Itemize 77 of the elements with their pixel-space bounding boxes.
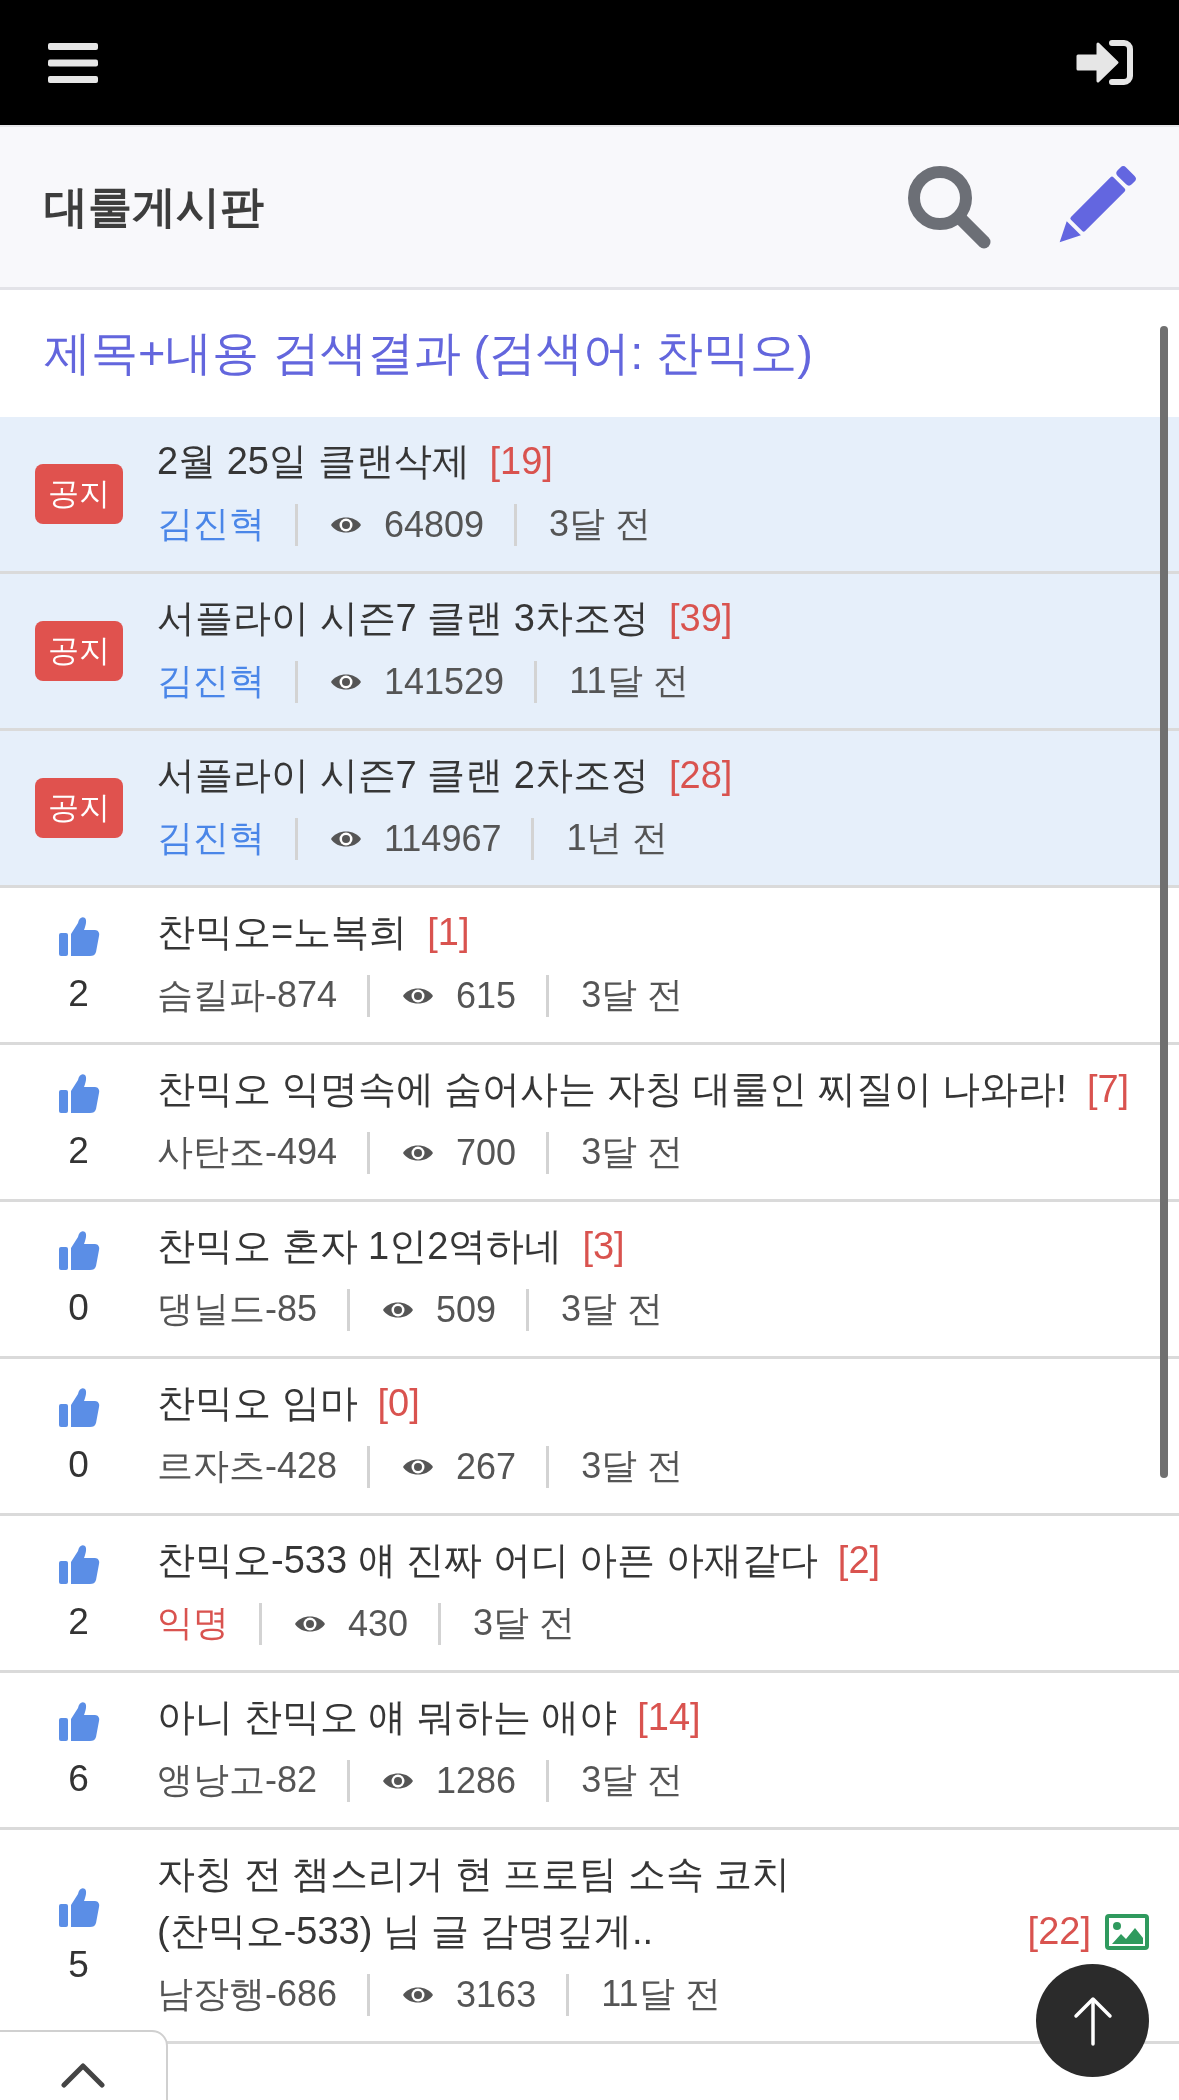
- post-time: 11달 전: [601, 1972, 721, 2016]
- view-count: 3163: [456, 1973, 537, 2016]
- like-count: 2: [68, 1601, 89, 1643]
- author-name: 김진혁: [157, 502, 265, 546]
- post-time: 3달 전: [581, 1130, 684, 1174]
- thumbs-up-icon[interactable]: [57, 1885, 100, 1928]
- sign-in-icon[interactable]: [1076, 40, 1134, 85]
- post-title[interactable]: 찬믹오 익명속에 숨어사는 자칭 대룰인 찌질이 나와라!: [157, 1061, 1067, 1118]
- post-title[interactable]: 아니 찬믹오 얘 뭐하는 애야: [157, 1689, 618, 1746]
- thumbs-up-icon[interactable]: [57, 1229, 100, 1271]
- view-count: 267: [456, 1445, 517, 1488]
- search-icon[interactable]: [906, 164, 992, 250]
- comment-count: [22]: [1027, 1909, 1091, 1954]
- view-count: 141529: [384, 660, 505, 703]
- author-name: 슴킬파-874: [157, 973, 338, 1017]
- author-name: 남장행-686: [157, 1972, 338, 2016]
- like-count: 0: [68, 1287, 89, 1329]
- thumbs-up-icon[interactable]: [57, 915, 100, 957]
- post-row[interactable]: 공지 2월 25일 클랜삭제 [19] 김진혁 64809 3달 전: [0, 417, 1179, 574]
- view-count: 64809: [384, 503, 485, 546]
- thumbs-up-icon[interactable]: [57, 1386, 100, 1428]
- post-title[interactable]: 서플라이 시즌7 클랜 3차조정: [157, 590, 649, 647]
- post-row[interactable]: 공지 서플라이 시즌7 클랜 3차조정 [39] 김진혁 141529 11달 전: [0, 574, 1179, 731]
- post-time: 3달 전: [549, 502, 652, 546]
- comment-count: [3]: [582, 1224, 625, 1269]
- comment-count: [39]: [668, 596, 733, 641]
- thumbs-up-icon[interactable]: [57, 1072, 100, 1114]
- author-name: 김진혁: [157, 816, 265, 860]
- post-time: 1년 전: [566, 816, 669, 860]
- comment-count: [1]: [427, 910, 470, 955]
- author-name: 앵낭고-82: [157, 1758, 318, 1802]
- post-time: 3달 전: [473, 1601, 576, 1645]
- notice-badge: 공지: [34, 621, 123, 681]
- like-count: 6: [68, 1758, 89, 1800]
- post-title[interactable]: 자칭 전 챔스리거 현 프로팀 소속 코치 (찬믹오-533) 님 글 감명깊게..: [157, 1846, 1008, 1960]
- post-title[interactable]: 찬믹오-533 얘 진짜 어디 아픈 아재같다: [157, 1532, 818, 1589]
- like-count: 2: [68, 1130, 89, 1172]
- post-title[interactable]: 찬믹오 임마: [157, 1375, 358, 1432]
- menu-icon[interactable]: [48, 42, 98, 83]
- thumbs-up-icon[interactable]: [57, 1700, 100, 1742]
- comment-count: [28]: [668, 753, 733, 798]
- author-name: 댕닐드-85: [157, 1287, 318, 1331]
- notice-badge: 공지: [34, 464, 123, 524]
- search-heading: 제목+내용 검색결과 (검색어: 찬믹오): [44, 325, 813, 381]
- post-time: 3달 전: [561, 1287, 664, 1331]
- view-count: 700: [456, 1131, 517, 1174]
- post-title[interactable]: 2월 25일 클랜삭제: [157, 433, 470, 490]
- comment-count: [14]: [637, 1695, 701, 1740]
- view-count: 1286: [436, 1759, 517, 1802]
- author-name: 르자츠-428: [157, 1444, 338, 1488]
- comment-count: [7]: [1086, 1067, 1130, 1112]
- board-title: 대룰게시판: [44, 180, 264, 233]
- comment-count: [0]: [377, 1381, 420, 1426]
- post-time: 3달 전: [581, 1444, 684, 1488]
- post-title[interactable]: 찬믹오=노복희: [157, 904, 408, 961]
- view-count: 615: [456, 974, 517, 1017]
- post-time: 3달 전: [581, 973, 684, 1017]
- author-name: 김진혁: [157, 659, 265, 703]
- view-count: 114967: [384, 817, 502, 860]
- expand-tab[interactable]: [0, 2030, 168, 2100]
- view-count: 430: [348, 1602, 409, 1645]
- comment-count: [19]: [489, 439, 553, 484]
- like-count: 5: [68, 1943, 89, 1986]
- like-count: 0: [68, 1444, 89, 1486]
- author-name: 익명: [157, 1601, 229, 1645]
- post-title[interactable]: 서플라이 시즌7 클랜 2차조정: [157, 747, 649, 804]
- author-name: 사탄조-494: [157, 1130, 338, 1174]
- post-time: 11달 전: [569, 659, 689, 703]
- post-title[interactable]: 찬믹오 혼자 1인2역하네: [157, 1218, 563, 1275]
- comment-count: [2]: [837, 1538, 881, 1583]
- view-count: 509: [436, 1288, 497, 1331]
- notice-badge: 공지: [34, 778, 123, 838]
- thumbs-up-icon[interactable]: [57, 1543, 100, 1585]
- chevron-up-icon: [61, 2062, 105, 2088]
- post-time: 3달 전: [581, 1758, 684, 1802]
- post-row[interactable]: 공지 서플라이 시즌7 클랜 2차조정 [28] 김진혁 114967 1년 전: [0, 731, 1179, 888]
- like-count: 2: [68, 973, 89, 1015]
